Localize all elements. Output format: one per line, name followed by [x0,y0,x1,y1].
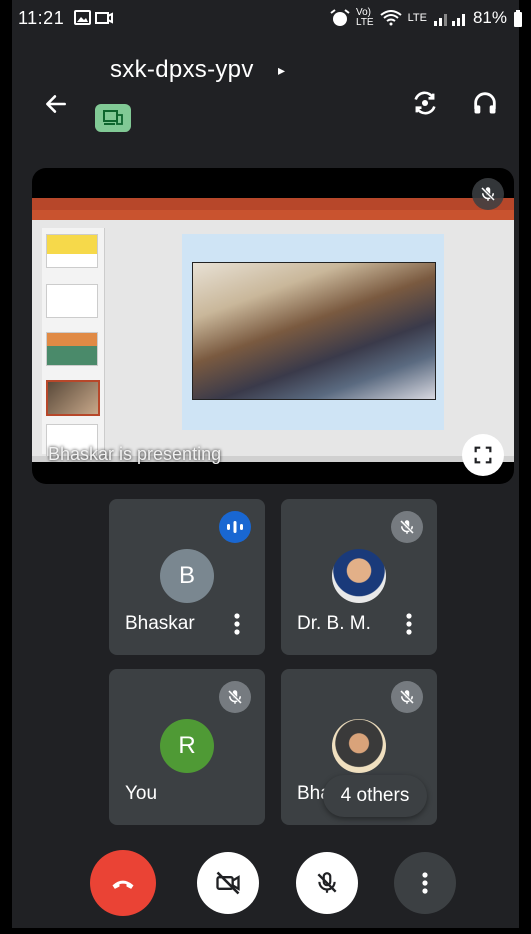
meeting-details-caret[interactable]: ▸ [278,62,285,79]
camera-toggle-button[interactable] [197,852,259,914]
fullscreen-button[interactable] [462,434,504,476]
avatar: B [160,549,214,603]
network-type: LTE [407,12,427,24]
participant-tile[interactable]: Dr. B. M. [281,499,437,655]
slide-thumbnail [46,332,98,366]
participant-name: Dr. B. M. [297,613,371,634]
volte-label: Vo) LTE [356,7,374,28]
status-bar: 11:21 Vo) LTE LTE 81% [0,0,531,36]
device-badge [95,104,131,132]
presenter-mic-status [472,178,504,210]
gallery-icon [74,10,113,25]
status-time: 11:21 [18,8,65,28]
more-vert-icon [406,613,412,635]
participant-tile[interactable]: B Bhaskar [109,499,265,655]
slide-canvas [182,234,444,430]
status-right: Vo) LTE LTE 81% [330,8,523,28]
presentation-view[interactable]: Bhaskar is presenting [32,168,514,484]
slide-thumbnail-selected [46,380,100,416]
mic-off-icon [317,872,337,893]
headphones-icon [474,92,496,114]
participant-mic-status [391,681,423,713]
screen-frame-bottom [0,928,531,934]
wifi-icon [379,10,402,26]
audio-level-icon [227,521,243,533]
participant-mic-status [219,681,251,713]
switch-camera-button[interactable] [406,84,444,122]
presenting-label: Bhaskar is presenting [48,444,222,464]
shared-screen-ribbon [32,210,514,220]
phone-end-icon [112,880,134,889]
avatar: R [160,719,214,773]
meeting-code[interactable]: sxk-dpxs-ypv [110,56,254,84]
devices-icon [103,110,123,125]
switch-camera-icon [414,91,436,115]
mic-off-icon [227,689,243,705]
others-chip[interactable]: 4 others [323,775,427,817]
fullscreen-icon [474,446,492,464]
battery-percent: 81% [472,8,507,27]
participant-tile[interactable]: R You [109,669,265,825]
speaking-indicator [219,511,251,543]
participant-more-button[interactable] [227,611,247,637]
mic-off-icon [399,689,415,705]
avatar [332,549,386,603]
call-controls [0,846,531,922]
end-call-button[interactable] [90,850,156,916]
slide-thumbnail [46,234,98,268]
slide-thumbnail [46,284,98,318]
more-options-button[interactable] [394,852,456,914]
mic-toggle-button[interactable] [296,852,358,914]
audio-output-button[interactable] [466,84,504,122]
slide-thumbnails [42,228,105,458]
arrow-left-icon [46,95,66,113]
back-button[interactable] [38,86,74,122]
participant-more-button[interactable] [399,611,419,637]
avatar [332,719,386,773]
battery-icon [514,10,522,27]
participant-name: Bhaskar [125,613,195,634]
shared-screen-titlebar [32,198,514,210]
camera-off-icon [216,871,240,895]
more-vert-icon [234,613,240,635]
shared-screen-content [32,220,514,458]
alarm-icon [330,9,350,26]
slide-photo [192,262,436,400]
mic-off-icon [480,186,496,202]
notification-icons [74,10,114,31]
mic-off-icon [399,519,415,535]
more-vert-icon [422,872,428,894]
participant-mic-status [391,511,423,543]
signal-icon [433,14,465,26]
meeting-header: sxk-dpxs-ypv ▸ [0,36,531,146]
participant-name: You [125,783,158,804]
